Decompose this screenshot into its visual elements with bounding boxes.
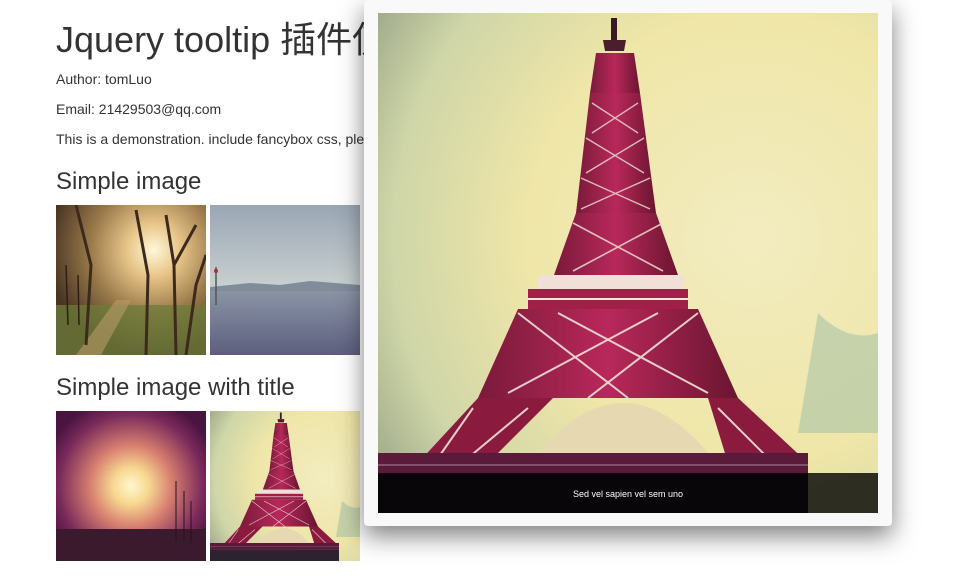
- eiffel-thumb-image: [210, 411, 360, 561]
- forest-image: [56, 205, 206, 355]
- section-heading-simple-image: Simple image: [56, 168, 202, 195]
- author-text: Author: tomLuo: [56, 71, 152, 87]
- thumbnail-forest[interactable]: [56, 205, 206, 355]
- tooltip-image: Sed vel sapien vel sem uno: [378, 13, 878, 513]
- image-tooltip-popup: Sed vel sapien vel sem uno: [364, 0, 892, 526]
- tooltip-caption: Sed vel sapien vel sem uno: [378, 473, 878, 513]
- email-text: Email: 21429503@qq.com: [56, 101, 222, 117]
- thumbnail-eiffel[interactable]: [210, 411, 360, 561]
- thumbnail-lake[interactable]: [210, 205, 360, 355]
- eiffel-tower-image: [378, 13, 878, 513]
- description-text: This is a demonstration. include fancybo…: [56, 131, 387, 147]
- sunset-image: [56, 411, 206, 561]
- section-heading-simple-image-with-title: Simple image with title: [56, 374, 295, 401]
- lake-image: [210, 205, 360, 355]
- thumbnail-sunset[interactable]: [56, 411, 206, 561]
